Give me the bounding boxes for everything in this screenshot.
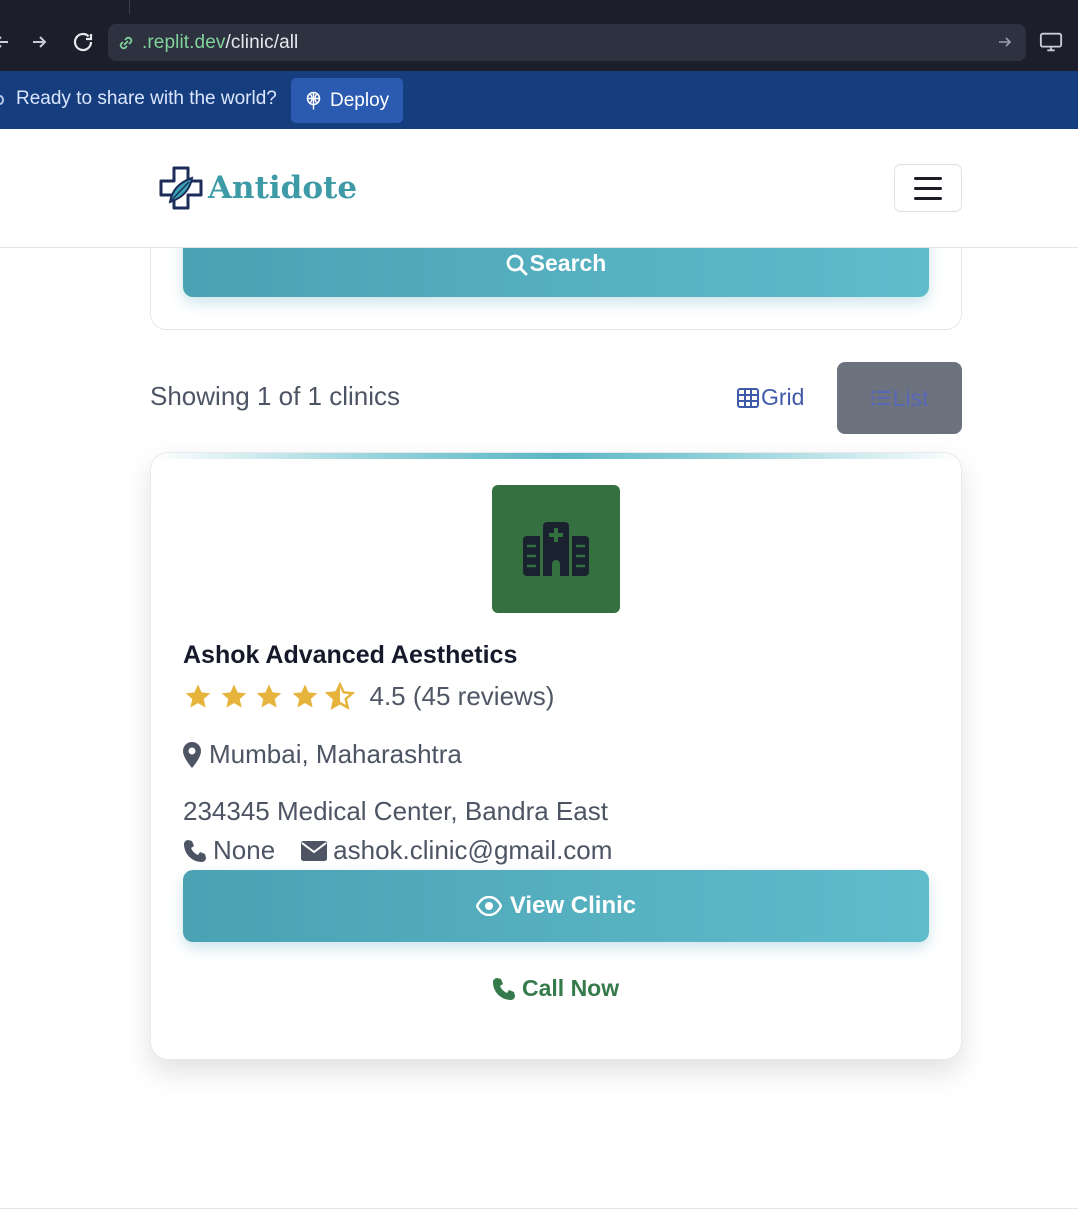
call-now-button[interactable]: Call Now: [492, 975, 619, 1002]
eye-icon: [475, 896, 502, 916]
phone-text: None: [213, 835, 276, 865]
card-accent-line: [151, 453, 961, 459]
menu-toggle-button[interactable]: [894, 164, 962, 212]
grid-icon: [737, 387, 759, 408]
grid-view-label: Grid: [761, 384, 805, 410]
rating-text: 4.5 (45 reviews): [369, 681, 555, 711]
star-full-icon: [185, 684, 211, 707]
clinic-location: Mumbai, Maharashtra: [183, 739, 462, 770]
search-icon: [506, 254, 528, 276]
url-text: .replit.dev/clinic/all: [142, 32, 298, 54]
email-link[interactable]: ashok.clinic@gmail.com: [333, 835, 612, 866]
envelope-icon: [301, 840, 328, 861]
devices-icon[interactable]: [1039, 30, 1063, 54]
clinic-logo: [492, 485, 620, 613]
star-half-icon: [325, 681, 355, 710]
site-header: Antidote: [0, 129, 1078, 248]
replit-deploy-banner: Ready to share with the world? Deploy: [0, 71, 1078, 129]
deploy-icon: [306, 91, 321, 109]
brand-logo[interactable]: Antidote: [158, 165, 357, 211]
url-path: /clinic/all: [225, 31, 299, 53]
view-clinic-label: View Clinic: [509, 892, 637, 919]
star-full-icon: [292, 684, 317, 707]
deploy-label: Deploy: [330, 89, 390, 111]
reload-icon[interactable]: [71, 30, 95, 54]
deploy-button[interactable]: Deploy: [291, 78, 403, 123]
list-view-button[interactable]: List: [837, 362, 962, 434]
page-divider: [0, 1208, 1078, 1209]
list-icon: [870, 390, 890, 406]
clinic-rating: 4.5 (45 reviews): [183, 681, 554, 712]
grid-view-button[interactable]: Grid: [737, 384, 804, 411]
clinic-contact: None ashok.clinic@gmail.com: [183, 835, 612, 866]
phone-icon: [493, 977, 515, 1000]
map-pin-icon: [183, 741, 201, 768]
browser-tab-strip: [0, 0, 1078, 14]
hamburger-icon-line: [914, 186, 942, 190]
location-text: Mumbai, Maharashtra: [209, 739, 462, 769]
view-clinic-button[interactable]: View Clinic: [183, 870, 929, 942]
list-view-label: List: [892, 384, 929, 411]
link-icon: [116, 33, 136, 53]
phone-icon: [184, 839, 206, 862]
clinic-name[interactable]: Ashok Advanced Aesthetics: [183, 641, 517, 670]
hamburger-icon-line: [914, 176, 942, 180]
hospital-icon: [523, 522, 589, 576]
star-full-icon: [256, 684, 282, 707]
call-now-label: Call Now: [522, 975, 620, 1001]
star-full-icon: [221, 684, 246, 707]
search-button-label: Search: [529, 250, 607, 276]
go-icon[interactable]: [996, 33, 1014, 51]
browser-toolbar: .replit.dev/clinic/all: [0, 14, 1078, 71]
brand-name: Antidote: [208, 170, 358, 206]
results-count: Showing 1 of 1 clinics: [150, 381, 401, 411]
banner-message: Ready to share with the world?: [16, 88, 277, 109]
forward-icon[interactable]: [27, 30, 51, 54]
clinic-address: 234345 Medical Center, Bandra East: [183, 796, 608, 826]
medical-cross-leaf-icon: [159, 166, 203, 210]
url-host: .replit.dev: [142, 31, 226, 53]
status-dot-icon: [0, 95, 4, 105]
clinic-card: Ashok Advanced Aesthetics 4.5 (45 review…: [150, 452, 962, 1060]
hamburger-icon-line: [914, 196, 942, 200]
back-icon[interactable]: [0, 30, 14, 54]
address-bar[interactable]: .replit.dev/clinic/all: [108, 24, 1026, 61]
